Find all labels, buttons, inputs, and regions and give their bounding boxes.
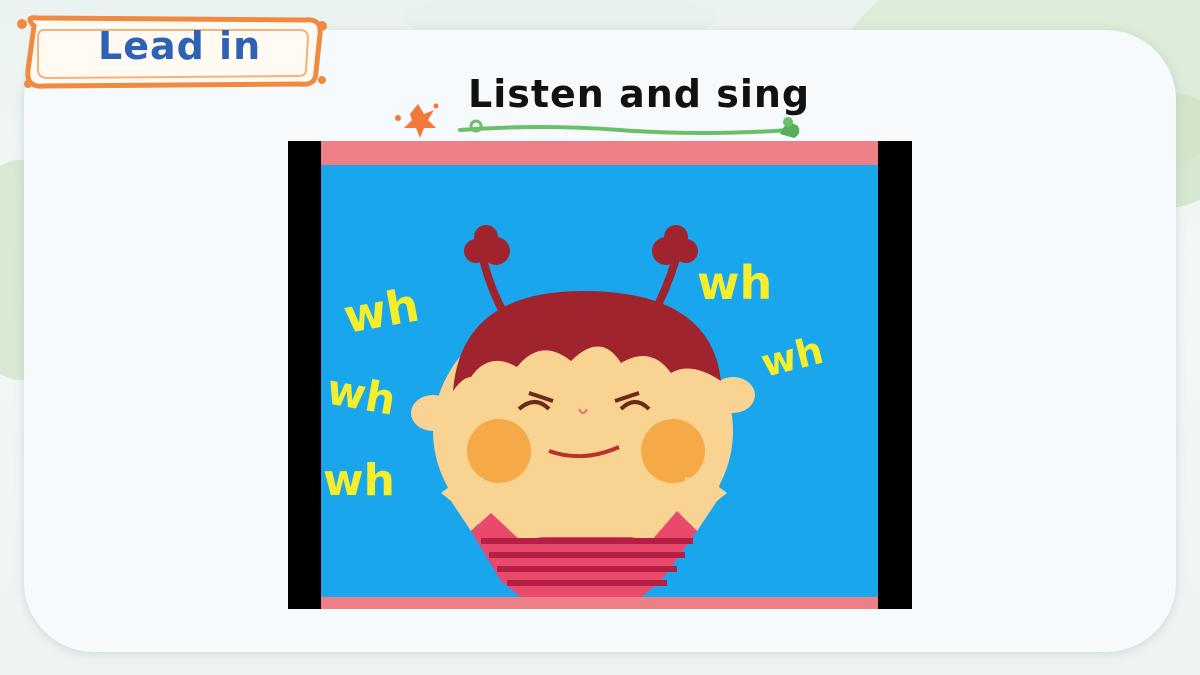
slide-title: Listen and sing [468, 72, 811, 116]
video-frame: wh wh wh wh wh [321, 141, 878, 609]
wh-word-3: wh [323, 455, 395, 506]
badge-label: Lead in [98, 24, 262, 68]
wh-word-4: wh [697, 256, 772, 310]
video-player[interactable]: wh wh wh wh wh [288, 141, 912, 609]
